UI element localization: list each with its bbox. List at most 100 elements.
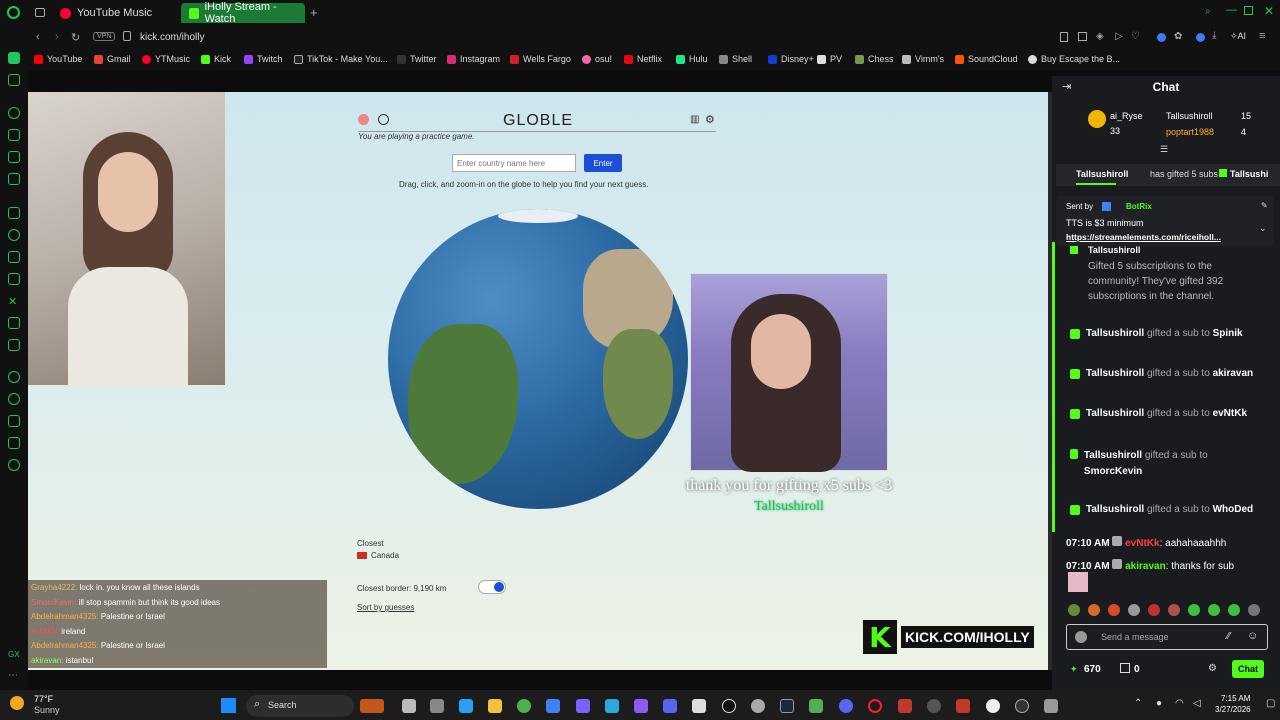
volume-icon[interactable]: ◁ — [1193, 698, 1201, 709]
app-icon[interactable] — [1015, 699, 1029, 713]
app-icon[interactable] — [692, 699, 706, 713]
twitter-icon[interactable]: ✕ — [8, 295, 20, 308]
bookmark-youtube[interactable]: YouTube — [34, 54, 82, 64]
close-icon[interactable]: ✕ — [1264, 4, 1274, 18]
emote-icon[interactable] — [1188, 604, 1200, 616]
message-user[interactable]: akiravan — [1125, 561, 1166, 572]
maximize-icon[interactable] — [1244, 6, 1253, 15]
forward-icon[interactable]: › — [55, 31, 59, 43]
new-tab-icon[interactable]: + — [310, 5, 318, 20]
sort-by-guesses-link[interactable]: Sort by guesses — [357, 603, 414, 612]
app-icon[interactable] — [459, 699, 473, 713]
bookmark-chess[interactable]: Chess — [855, 54, 894, 64]
emote-icon[interactable] — [1228, 604, 1240, 616]
browser-logo-icon[interactable] — [7, 6, 20, 19]
leader-name[interactable]: Tallsushiroll — [1166, 111, 1213, 121]
start-icon[interactable] — [221, 698, 236, 713]
emoji-icon[interactable]: ☺ — [1247, 630, 1258, 642]
gift-to[interactable]: WhoDed — [1213, 504, 1254, 515]
globe[interactable] — [388, 209, 688, 509]
bookmark-wells-fargo[interactable]: Wells Fargo — [510, 54, 571, 64]
gift-from[interactable]: Tallsushiroll — [1086, 368, 1144, 379]
app-icon[interactable] — [576, 699, 590, 713]
speed-dial-icon[interactable] — [8, 107, 20, 119]
gift-count[interactable]: 0 — [1134, 664, 1140, 675]
bookmark-gmail[interactable]: Gmail — [94, 54, 131, 64]
sidebar-app-icon[interactable] — [8, 251, 20, 263]
discord-icon[interactable] — [8, 317, 20, 329]
gift-to[interactable]: akiravan — [1213, 368, 1254, 379]
download-icon[interactable]: ⤓ — [1212, 30, 1216, 41]
pinned-link[interactable]: https://streamelements.com/riceiholl... — [1066, 232, 1221, 242]
bookmark-kick[interactable]: Kick — [201, 54, 231, 64]
gift-from[interactable]: Tallsushiroll — [1086, 328, 1144, 339]
app-icon[interactable] — [927, 699, 941, 713]
emote-icon[interactable] — [1128, 604, 1140, 616]
bookmark-shell[interactable]: Shell — [719, 54, 752, 64]
app-icon[interactable] — [986, 699, 1000, 713]
bookmark-soundcloud[interactable]: SoundCloud — [955, 54, 1018, 64]
country-input[interactable] — [452, 154, 576, 172]
bookmark-disney[interactable]: Disney+ — [768, 54, 814, 64]
sidebar-app-icon[interactable] — [8, 129, 20, 141]
back-icon[interactable]: ‹ — [36, 31, 40, 43]
discord-icon[interactable] — [839, 699, 853, 713]
sidebar-app-icon[interactable] — [8, 151, 20, 163]
bookmark-icon[interactable] — [1060, 32, 1068, 42]
enter-button[interactable]: Enter — [584, 154, 622, 172]
bookmark-pv[interactable]: PV — [817, 54, 842, 64]
extension-icon[interactable] — [1157, 33, 1166, 42]
search-highlight-icon[interactable] — [360, 699, 384, 713]
emote-icon[interactable] — [1068, 604, 1080, 616]
app-icon[interactable] — [722, 699, 736, 713]
extensions-icon[interactable]: ✿ — [1174, 31, 1182, 42]
notifications-icon[interactable]: ▢ — [1266, 698, 1275, 709]
messenger-icon[interactable] — [8, 74, 20, 86]
app-icon[interactable] — [634, 699, 648, 713]
task-view-icon[interactable] — [402, 699, 416, 713]
clock-date[interactable]: 3/27/2026 — [1215, 705, 1251, 714]
clock-time[interactable]: 7:15 AM — [1221, 694, 1250, 703]
emote-icon[interactable] — [1168, 604, 1180, 616]
steam-icon[interactable] — [780, 699, 794, 713]
weather-icon[interactable] — [10, 696, 24, 710]
sidebar-app-icon[interactable] — [8, 339, 20, 351]
wifi-icon[interactable]: ◠ — [1175, 698, 1184, 709]
chrome-icon[interactable] — [517, 699, 531, 713]
bookmark-netflix[interactable]: Netflix — [624, 54, 662, 64]
filter-icon[interactable]: ☰ — [1160, 144, 1168, 155]
emote-icon[interactable] — [1148, 604, 1160, 616]
bookmark-twitch[interactable]: Twitch — [244, 54, 283, 64]
sidebar-app-icon[interactable] — [8, 437, 20, 449]
tab-iholly-stream[interactable]: iHolly Stream - Watch — [181, 1, 305, 25]
chat-input-box[interactable]: Send a message ⁄⁄ ☺ — [1066, 624, 1268, 650]
points-count[interactable]: 670 — [1084, 664, 1101, 675]
file-explorer-icon[interactable] — [488, 699, 502, 713]
emote-icon[interactable] — [1108, 604, 1120, 616]
profile-icon[interactable] — [1196, 33, 1205, 42]
gift-to[interactable]: SmorcKevin — [1084, 466, 1142, 477]
bookmark-twitter[interactable]: Twitter — [397, 54, 437, 64]
notepad-icon[interactable] — [546, 699, 560, 713]
emote-icon[interactable] — [1088, 604, 1100, 616]
emote-icon[interactable] — [1208, 604, 1220, 616]
app-icon[interactable] — [898, 699, 912, 713]
tab-youtube-music[interactable]: YouTube Music — [52, 3, 176, 23]
bookmark-tiktok[interactable]: TikTok - Make You... — [294, 54, 388, 64]
minimize-icon[interactable]: — — [1226, 4, 1237, 16]
ai-button[interactable]: ✧AI — [1230, 31, 1246, 42]
play-icon[interactable]: ▷ — [1115, 31, 1123, 42]
app-icon[interactable] — [751, 699, 765, 713]
chevron-up-icon[interactable]: ⌃ — [1134, 698, 1142, 709]
gear-icon[interactable]: ⚙ — [705, 113, 715, 126]
emote-icon[interactable] — [1248, 604, 1260, 616]
gx-icon[interactable]: GX — [8, 650, 20, 662]
gift-to[interactable]: evNtKk — [1213, 408, 1247, 419]
microphone-icon[interactable]: ● — [1156, 698, 1162, 709]
vpn-badge[interactable]: VPN — [93, 32, 116, 41]
gift-from[interactable]: Tallsushiroll — [1086, 408, 1144, 419]
app-icon[interactable] — [605, 699, 619, 713]
stats-icon[interactable]: ▥ — [690, 114, 699, 125]
settings-icon[interactable] — [430, 699, 444, 713]
home-icon[interactable] — [8, 52, 20, 64]
